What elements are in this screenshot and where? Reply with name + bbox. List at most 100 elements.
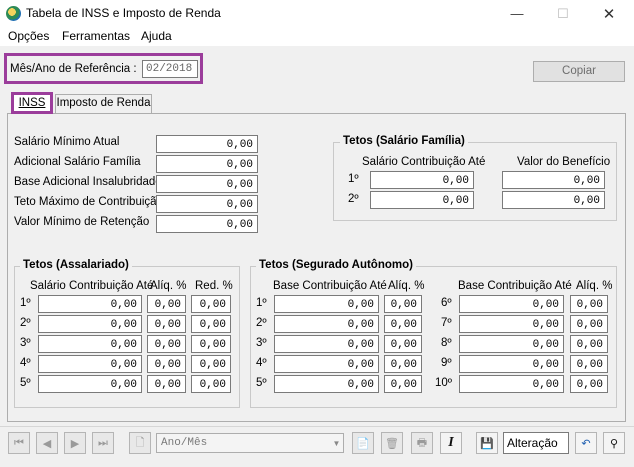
as-aliquota-input[interactable]: 0,00 <box>147 295 186 313</box>
menu-ajuda[interactable]: Ajuda <box>141 29 172 43</box>
delete-record-button[interactable]: 🗑 <box>381 432 403 454</box>
au-aliquota-input[interactable]: 0,00 <box>570 375 608 393</box>
as-col-aliquota: Alíq. % <box>150 280 187 292</box>
au-aliquota-input[interactable]: 0,00 <box>570 295 608 313</box>
as-aliquota-input[interactable]: 0,00 <box>147 355 186 373</box>
last-record-button[interactable]: ⏭ <box>92 432 114 454</box>
as-row-label: 3º <box>20 337 31 349</box>
italic-button[interactable]: I <box>440 432 462 454</box>
au-row-label: 2º <box>256 317 267 329</box>
print-button[interactable]: 🖶 <box>411 432 433 454</box>
assalariado-title: Tetos (Assalariado) <box>20 259 132 271</box>
valor-minimo-retencao-input[interactable]: 0,00 <box>156 215 258 233</box>
as-reducao-input[interactable]: 0,00 <box>191 375 231 393</box>
au-aliquota-input[interactable]: 0,00 <box>570 315 608 333</box>
au-aliquota-input[interactable]: 0,00 <box>384 375 422 393</box>
as-reducao-input[interactable]: 0,00 <box>191 355 231 373</box>
sf-contribuicao-input[interactable]: 0,00 <box>370 171 474 189</box>
minimize-button[interactable]: — <box>494 0 540 27</box>
copy-button[interactable]: Copiar <box>533 61 625 82</box>
as-row-label: 1º <box>20 297 31 309</box>
au-contribuicao-input[interactable]: 0,00 <box>274 355 379 373</box>
au-contribuicao-input[interactable]: 0,00 <box>274 335 379 353</box>
window-title: Tabela de INSS e Imposto de Renda <box>26 6 221 20</box>
as-aliquota-input[interactable]: 0,00 <box>147 315 186 333</box>
au-contribuicao-input[interactable]: 0,00 <box>274 315 379 333</box>
first-record-button[interactable]: ⏮ <box>8 432 30 454</box>
first-icon: ⏮ <box>14 436 24 449</box>
maximize-button[interactable]: ☐ <box>540 0 586 27</box>
au-aliquota-input[interactable]: 0,00 <box>384 295 422 313</box>
as-row-label: 5º <box>20 377 31 389</box>
as-row-label: 2º <box>20 317 31 329</box>
sf-col-beneficio: Valor do Benefício <box>517 156 611 168</box>
au-aliquota-input[interactable]: 0,00 <box>384 315 422 333</box>
maximize-icon: ☐ <box>557 5 569 21</box>
au-contribuicao-input[interactable]: 0,00 <box>459 315 564 333</box>
as-contribuicao-input[interactable]: 0,00 <box>38 375 142 393</box>
print-icon: 🖶 <box>416 436 428 449</box>
new-record-button[interactable]: 🗋 <box>129 432 151 454</box>
au-aliquota-input[interactable]: 0,00 <box>384 335 422 353</box>
sf-beneficio-input[interactable]: 0,00 <box>502 191 605 209</box>
minimize-icon: — <box>510 6 524 21</box>
as-reducao-input[interactable]: 0,00 <box>191 335 231 353</box>
adicional-salario-familia-input[interactable]: 0,00 <box>156 155 258 173</box>
menu-opcoes[interactable]: Opções <box>8 29 49 43</box>
sf-contribuicao-input[interactable]: 0,00 <box>370 191 474 209</box>
as-contribuicao-input[interactable]: 0,00 <box>38 355 142 373</box>
teto-maximo-label: Teto Máximo de Contribuição <box>14 196 163 208</box>
au-contribuicao-input[interactable]: 0,00 <box>459 335 564 353</box>
au-col-contribuicao: Base Contribuição Até <box>273 280 387 292</box>
au-row-label: 8º <box>441 337 452 349</box>
sf-beneficio-input[interactable]: 0,00 <box>502 171 605 189</box>
close-button[interactable]: ✕ <box>586 0 632 27</box>
au-aliquota-input[interactable]: 0,00 <box>570 335 608 353</box>
copy-record-button[interactable]: 📄 <box>352 432 374 454</box>
as-contribuicao-input[interactable]: 0,00 <box>38 315 142 333</box>
save-button[interactable]: 💾 <box>476 432 498 454</box>
au-aliquota-input[interactable]: 0,00 <box>384 355 422 373</box>
autonomo-title: Tetos (Segurado Autônomo) <box>256 259 416 271</box>
save-icon: 💾 <box>480 437 494 450</box>
app-icon <box>6 6 21 21</box>
reference-month-input[interactable]: 02/2018 <box>142 60 198 78</box>
as-aliquota-input[interactable]: 0,00 <box>147 375 186 393</box>
au-row-label: 3º <box>256 337 267 349</box>
au-row-label: 1º <box>256 297 267 309</box>
next-icon: ▶ <box>70 437 80 450</box>
base-insalubridade-input[interactable]: 0,00 <box>156 175 258 193</box>
au-aliquota-input[interactable]: 0,00 <box>570 355 608 373</box>
as-contribuicao-input[interactable]: 0,00 <box>38 335 142 353</box>
as-col-contribuicao: Salário Contribuição Até <box>30 280 154 292</box>
search-button[interactable]: ⚲ <box>603 432 625 454</box>
combo-arrow-icon[interactable]: ▼ <box>330 434 343 452</box>
as-reducao-input[interactable]: 0,00 <box>191 315 231 333</box>
as-aliquota-input[interactable]: 0,00 <box>147 335 186 353</box>
au-row-label: 6º <box>441 297 452 309</box>
as-row-label: 4º <box>20 357 31 369</box>
au-contribuicao-input[interactable]: 0,00 <box>274 375 379 393</box>
ano-mes-combo[interactable]: Ano/Mês <box>156 433 344 453</box>
as-contribuicao-input[interactable]: 0,00 <box>38 295 142 313</box>
adicional-salario-familia-label: Adicional Salário Família <box>14 156 141 168</box>
next-record-button[interactable]: ▶ <box>64 432 86 454</box>
salario-minimo-input[interactable]: 0,00 <box>156 135 258 153</box>
menu-ferramentas[interactable]: Ferramentas <box>62 29 130 43</box>
au-row-label: 5º <box>256 377 267 389</box>
tab-imposto-renda[interactable]: Imposto de Renda <box>55 94 152 113</box>
binoculars-icon: ⚲ <box>609 437 619 450</box>
au-contribuicao-input[interactable]: 0,00 <box>274 295 379 313</box>
copy-doc-icon: 📄 <box>356 437 370 450</box>
au-contribuicao-input[interactable]: 0,00 <box>459 375 564 393</box>
au-contribuicao-input[interactable]: 0,00 <box>459 295 564 313</box>
tab-inss[interactable]: INSS <box>11 92 53 114</box>
au-row-label: 10º <box>435 377 452 389</box>
undo-icon: ↶ <box>581 437 591 450</box>
sf-col-contribuicao: Salário Contribuição Até <box>362 156 486 168</box>
au-contribuicao-input[interactable]: 0,00 <box>459 355 564 373</box>
undo-button[interactable]: ↶ <box>575 432 597 454</box>
prev-record-button[interactable]: ◀ <box>36 432 58 454</box>
as-reducao-input[interactable]: 0,00 <box>191 295 231 313</box>
teto-maximo-input[interactable]: 0,00 <box>156 195 258 213</box>
